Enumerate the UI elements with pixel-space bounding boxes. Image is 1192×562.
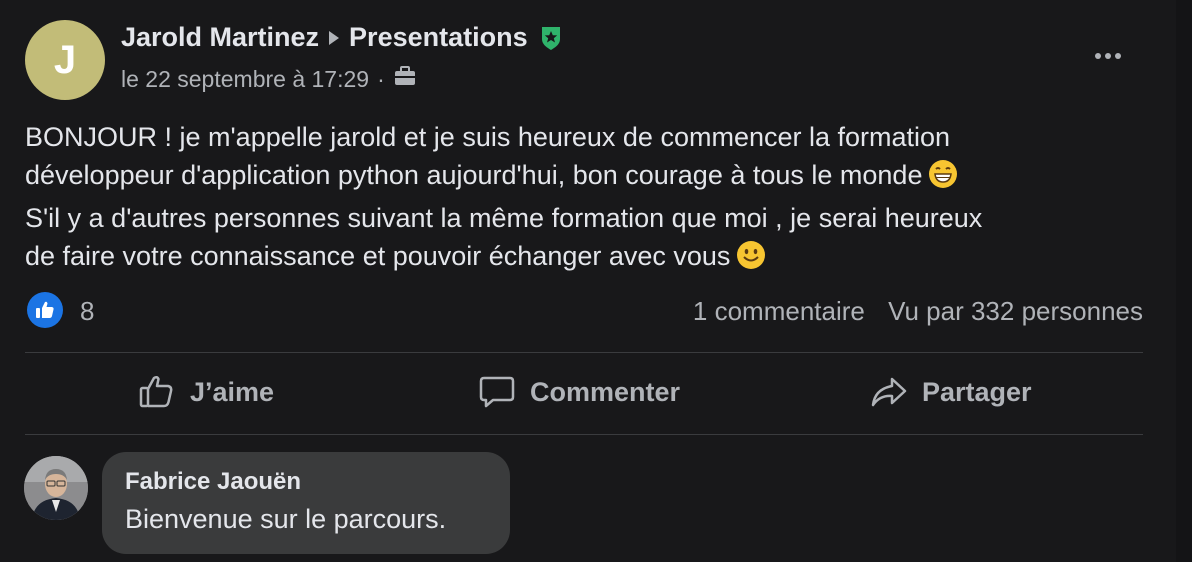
commenter-name[interactable]: Fabrice Jaouën: [125, 468, 301, 496]
thumbs-up-icon[interactable]: [27, 292, 63, 328]
author-avatar[interactable]: J: [25, 20, 105, 100]
shield-star-icon: [540, 25, 562, 51]
reaction-count[interactable]: 8: [80, 296, 94, 327]
briefcase-icon: [393, 65, 417, 93]
meta-separator: ·: [377, 65, 385, 92]
post-body-line: BONJOUR ! je m'appelle jarold et je suis…: [25, 118, 1145, 156]
triangle-right-icon: [327, 29, 341, 47]
scroll-edge: [1176, 0, 1192, 562]
action-bar: J’aime Commenter Partager: [25, 355, 1143, 435]
divider: [25, 434, 1143, 435]
stats-right: 1 commentaire Vu par 332 personnes: [693, 296, 1143, 327]
post-text: développeur d'application python aujourd…: [25, 160, 923, 190]
post-text: BONJOUR ! je m'appelle jarold et je suis…: [25, 122, 951, 152]
post-body-line: S'il y a d'autres personnes suivant la m…: [25, 199, 1145, 237]
share-button[interactable]: Partager: [870, 373, 1032, 411]
more-dot: [1115, 53, 1121, 59]
avatar-initial: J: [53, 37, 77, 82]
post-body-line: de faire votre connaissance et pouvoir é…: [25, 237, 1145, 280]
post-header: Jarold Martinez Presentations: [121, 22, 562, 53]
more-options-button[interactable]: [1087, 42, 1129, 70]
author-name[interactable]: Jarold Martinez: [121, 22, 319, 53]
comment-button[interactable]: Commenter: [478, 373, 680, 411]
share-label: Partager: [922, 376, 1032, 407]
post-timestamp[interactable]: le 22 septembre à 17:29: [121, 66, 369, 93]
smiling-emoji-icon: [736, 240, 766, 280]
like-button[interactable]: J’aime: [138, 373, 274, 411]
post-meta: le 22 septembre à 17:29 ·: [121, 65, 417, 93]
group-name[interactable]: Presentations: [349, 22, 528, 53]
post-body-line: développeur d'application python aujourd…: [25, 156, 1145, 199]
thumbs-up-outline-icon: [139, 375, 173, 408]
commenter-avatar[interactable]: [24, 456, 88, 520]
post-card: J Jarold Martinez Presentations le 22 se…: [0, 0, 1176, 562]
more-dot: [1105, 53, 1111, 59]
comment-icon: [479, 376, 515, 408]
like-label: J’aime: [190, 376, 275, 407]
view-count[interactable]: Vu par 332 personnes: [888, 296, 1143, 326]
divider: [25, 352, 1143, 353]
comment-text: Bienvenue sur le parcours.: [125, 504, 447, 534]
comment-bubble: Fabrice Jaouën Bienvenue sur le parcours…: [102, 452, 510, 554]
grinning-emoji-icon: [928, 159, 958, 199]
post-stats: 8 1 commentaire Vu par 332 personnes: [25, 290, 1145, 334]
more-dots-icon: [1095, 53, 1101, 59]
post-text: S'il y a d'autres personnes suivant la m…: [25, 203, 983, 233]
comment-count[interactable]: 1 commentaire: [693, 296, 865, 326]
comment-label: Commenter: [530, 376, 681, 407]
share-arrow-icon: [871, 377, 907, 407]
post-body: BONJOUR ! je m'appelle jarold et je suis…: [25, 118, 1145, 280]
post-text: de faire votre connaissance et pouvoir é…: [25, 241, 731, 271]
